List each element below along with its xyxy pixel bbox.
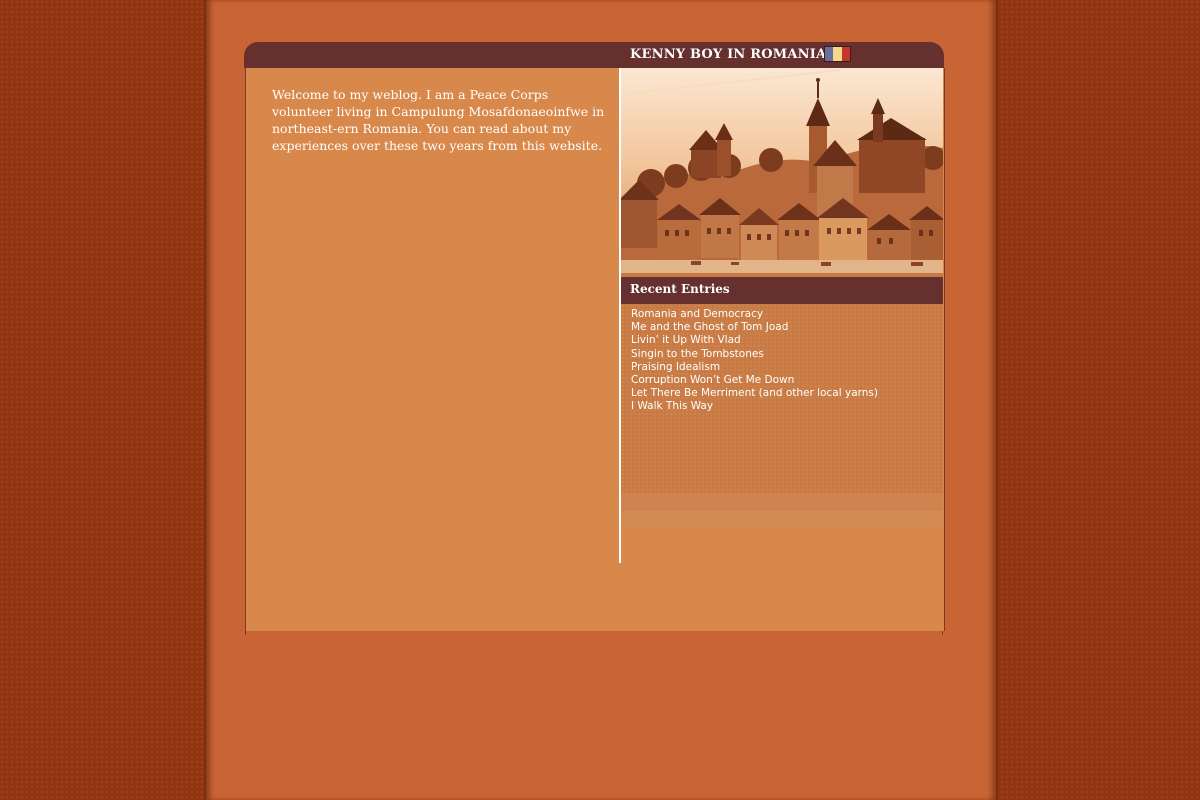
entry-link[interactable]: Corruption Won’t Get Me Down <box>631 374 878 387</box>
town-photo <box>621 68 943 273</box>
flag-stripe-blue <box>825 47 834 61</box>
entry-link[interactable]: Me and the Ghost of Tom Joad <box>631 321 878 334</box>
entry-link[interactable]: Romania and Democracy <box>631 308 878 321</box>
town-photo-image <box>621 69 943 273</box>
entry-link[interactable]: Singin to the Tombstones <box>631 348 878 361</box>
recent-entries-band <box>621 511 943 528</box>
panel-edge-left <box>245 631 246 635</box>
recent-entries-list: Romania and Democracy Me and the Ghost o… <box>631 308 878 414</box>
romania-flag-icon <box>824 46 851 62</box>
panel-edge-right <box>942 631 943 635</box>
flag-stripe-yellow <box>833 47 842 61</box>
intro-text: Welcome to my weblog. I am a Peace Corps… <box>272 87 605 153</box>
entry-link[interactable]: I Walk This Way <box>631 400 878 413</box>
flag-stripe-red <box>841 47 850 61</box>
site-title[interactable]: KENNY BOY IN ROMANIA <box>630 47 826 62</box>
recent-entries-title: Recent Entries <box>630 282 730 296</box>
recent-entries-band <box>621 493 943 511</box>
entry-link[interactable]: Praising Idealism <box>631 361 878 374</box>
entry-link[interactable]: Let There Be Merriment (and other local … <box>631 387 878 400</box>
entry-link[interactable]: Livin’ it Up With Vlad <box>631 334 878 347</box>
